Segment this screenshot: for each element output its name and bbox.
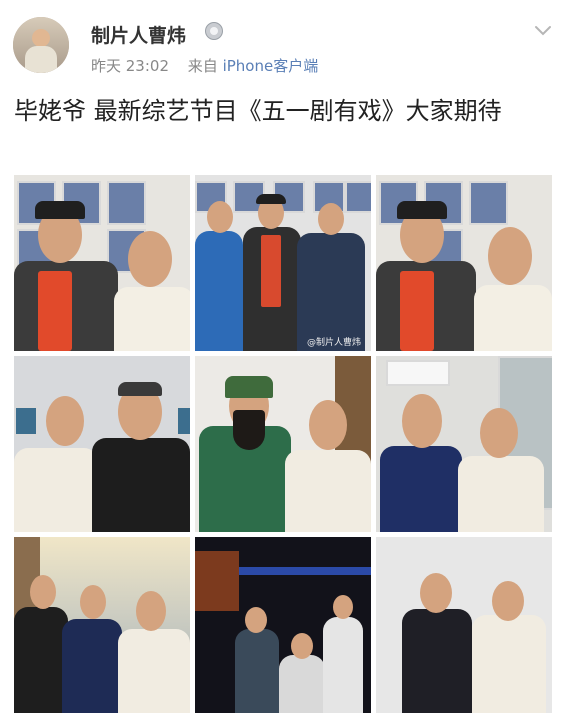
- photo-1[interactable]: [14, 175, 190, 351]
- photo-watermark: @制片人曹炜: [306, 338, 361, 348]
- photo-4[interactable]: [14, 356, 190, 532]
- avatar[interactable]: [13, 17, 69, 73]
- photo-9[interactable]: [376, 537, 552, 713]
- source-prefix: 来自: [187, 57, 218, 75]
- photo-2[interactable]: @制片人曹炜: [195, 175, 371, 351]
- medal-icon: [205, 22, 223, 40]
- photo-8[interactable]: [195, 537, 371, 713]
- username[interactable]: 制片人曹炜: [91, 21, 186, 48]
- photo-7[interactable]: [14, 537, 190, 713]
- post-meta: 昨天 23:02 来自 iPhone客户端: [91, 55, 318, 76]
- post-header: 制片人曹炜 昨天 23:02 来自 iPhone客户端: [0, 0, 568, 88]
- photo-6[interactable]: [376, 356, 552, 532]
- post-text: 毕姥爷 最新综艺节目《五一剧有戏》大家期待: [14, 97, 502, 125]
- post-time: 昨天 23:02: [91, 57, 169, 75]
- post-source[interactable]: iPhone客户端: [223, 57, 319, 75]
- chevron-down-icon[interactable]: [533, 20, 553, 40]
- photo-3[interactable]: [376, 175, 552, 351]
- photo-grid: @制片人曹炜: [14, 175, 552, 715]
- photo-5[interactable]: [195, 356, 371, 532]
